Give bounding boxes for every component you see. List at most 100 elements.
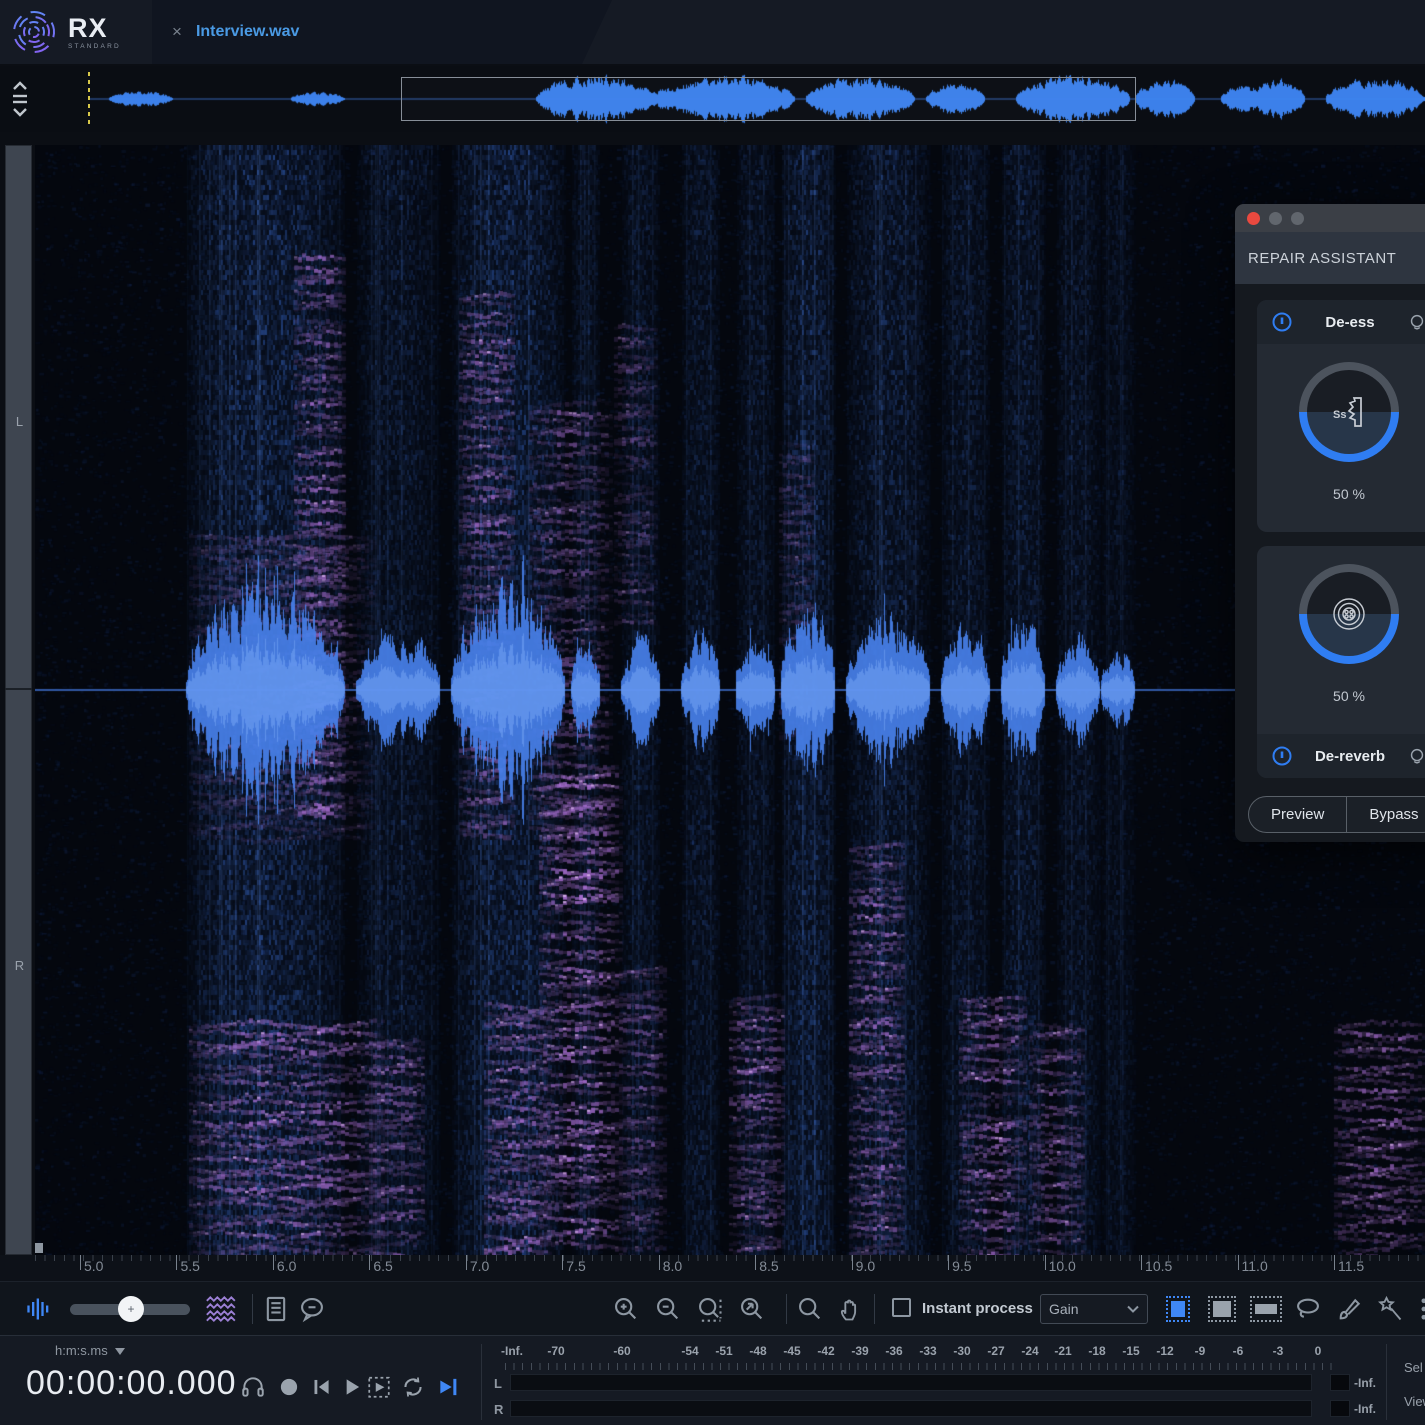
hand-tool-icon[interactable]	[836, 1295, 864, 1323]
ruler-scroll-handle[interactable]	[35, 1243, 43, 1253]
app-name: RX	[68, 15, 121, 41]
time-selection-tool[interactable]	[1166, 1296, 1190, 1322]
waveform-overview[interactable]	[0, 66, 1425, 132]
ruler-tick	[1141, 1255, 1142, 1270]
transport-bar: h:m:s.ms 00:00:00.000 L R -Inf. -Inf. Se…	[0, 1335, 1425, 1425]
de-ess-amount-knob[interactable]: Ss	[1299, 362, 1399, 462]
module-options-icon[interactable]	[1407, 746, 1425, 766]
waveform-view-icon[interactable]	[25, 1295, 53, 1323]
ruler-tick	[1334, 1255, 1335, 1270]
magic-wand-tool-icon[interactable]	[1376, 1295, 1404, 1323]
return-to-start-button[interactable]	[308, 1374, 334, 1400]
spectrogram-view-icon[interactable]	[204, 1295, 240, 1323]
tab-title[interactable]: Interview.wav	[196, 23, 299, 41]
meter-scale-label: -36	[885, 1344, 902, 1358]
level-meter-left	[510, 1374, 1312, 1391]
channel-right-label[interactable]: R	[6, 958, 33, 973]
ruler-tick-label: 5.5	[180, 1258, 199, 1274]
meter-scale-label: -27	[987, 1344, 1004, 1358]
zoom-window-icon[interactable]	[1291, 212, 1304, 225]
de-ess-amount-value: 50 %	[1257, 486, 1425, 502]
meter-scale-label: -45	[783, 1344, 800, 1358]
meter-scale-label: -51	[715, 1344, 732, 1358]
instant-process-checkbox[interactable]	[892, 1298, 911, 1317]
toolbar-separator	[786, 1294, 787, 1324]
bottombar-separator	[1386, 1344, 1387, 1420]
meter-scale-label: -48	[749, 1344, 766, 1358]
dropdown-arrow-icon	[115, 1348, 125, 1355]
blend-slider-knob[interactable]: +	[118, 1296, 144, 1322]
lasso-tool-icon[interactable]	[1294, 1295, 1322, 1323]
de-reverb-icon	[1326, 591, 1372, 637]
editor-toolbar: + Instant process Gain	[0, 1281, 1425, 1335]
ruler-tick-label: 5.0	[84, 1258, 103, 1274]
bypass-button[interactable]: Bypass	[1347, 796, 1425, 833]
spectrogram-canvas[interactable]	[35, 145, 1425, 1255]
power-toggle-icon[interactable]	[1271, 311, 1293, 333]
vertical-zoom-control[interactable]	[7, 76, 33, 122]
ruler-tick-label: 11.5	[1338, 1258, 1364, 1274]
toolbar-separator	[252, 1294, 253, 1324]
zoom-in-icon[interactable]	[612, 1295, 640, 1323]
meter-scale-label: -12	[1156, 1344, 1173, 1358]
selection-status-label: Sel	[1404, 1360, 1423, 1375]
meter-scale-label: -3	[1273, 1344, 1284, 1358]
ruler-tick	[273, 1255, 274, 1270]
more-tools-icon[interactable]	[1418, 1295, 1425, 1323]
file-tab[interactable]: × Interview.wav	[152, 0, 612, 64]
close-window-icon[interactable]	[1247, 212, 1260, 225]
overview-selection-box[interactable]	[401, 77, 1136, 121]
time-format-selector[interactable]: h:m:s.ms	[55, 1343, 125, 1358]
tab-close-icon[interactable]: ×	[172, 22, 182, 42]
session-notes-icon[interactable]	[262, 1295, 290, 1323]
de-ess-icon: Ss	[1327, 390, 1371, 434]
ruler-tick	[659, 1255, 660, 1270]
window-titlebar[interactable]	[1235, 204, 1425, 232]
channel-select-strip[interactable]: L R	[5, 145, 32, 1255]
playhead-follow-button[interactable]	[436, 1374, 462, 1400]
ruler-tick	[176, 1255, 177, 1270]
feedback-bubble-icon[interactable]	[298, 1295, 326, 1323]
app-logo: RX STANDARD	[10, 7, 150, 57]
ruler-minor-ticks	[35, 1255, 1425, 1261]
brush-tool-icon[interactable]	[1336, 1295, 1364, 1323]
peak-readout-right: -Inf.	[1354, 1402, 1376, 1416]
rx-app-window: { "app": { "logo": "RX", "logo_sub": "ST…	[0, 0, 1425, 1425]
play-selection-button[interactable]	[366, 1374, 392, 1400]
zoom-reset-icon[interactable]	[738, 1295, 766, 1323]
module-options-icon[interactable]	[1407, 312, 1425, 332]
app-edition: STANDARD	[68, 43, 121, 50]
repair-assistant-window[interactable]: REPAIR ASSISTANT De-ess Ss 50 %	[1235, 204, 1425, 842]
zoom-selection-icon[interactable]	[696, 1295, 724, 1323]
module-select-dropdown[interactable]: Gain	[1040, 1294, 1148, 1324]
ruler-tick-label: 6.5	[373, 1258, 392, 1274]
ruler-tick	[80, 1255, 81, 1270]
find-similar-icon[interactable]	[796, 1295, 824, 1323]
peak-hold-right	[1330, 1400, 1350, 1417]
channel-divider	[5, 688, 32, 690]
channel-left-label[interactable]: L	[6, 414, 33, 429]
ruler-tick	[369, 1255, 370, 1270]
frequency-selection-tool[interactable]	[1250, 1296, 1282, 1322]
meter-scale-label: -6	[1233, 1344, 1244, 1358]
loop-playback-button[interactable]	[400, 1374, 426, 1400]
panel-action-buttons: Preview Bypass	[1248, 796, 1425, 833]
power-toggle-icon[interactable]	[1271, 745, 1293, 767]
time-frequency-selection-tool[interactable]	[1208, 1296, 1236, 1322]
expand-collapse-icon	[7, 76, 33, 122]
playhead-time-display[interactable]: 00:00:00.000	[26, 1364, 237, 1403]
minimize-window-icon[interactable]	[1269, 212, 1282, 225]
chevron-down-icon	[1127, 1305, 1139, 1313]
de-reverb-amount-knob[interactable]	[1299, 564, 1399, 664]
monitor-headphones-icon[interactable]	[240, 1374, 266, 1400]
meter-scale-label: -9	[1195, 1344, 1206, 1358]
zoom-out-icon[interactable]	[654, 1295, 682, 1323]
record-button[interactable]	[276, 1374, 302, 1400]
peak-readout-left: -Inf.	[1354, 1376, 1376, 1390]
time-ruler[interactable]: 5.05.56.06.57.07.58.08.59.09.510.010.511…	[0, 1255, 1425, 1281]
level-meter-right	[510, 1400, 1312, 1417]
view-status-label: View	[1404, 1394, 1425, 1409]
instant-process-label: Instant process	[922, 1300, 1033, 1317]
preview-button[interactable]: Preview	[1248, 796, 1347, 833]
play-button[interactable]	[338, 1374, 364, 1400]
